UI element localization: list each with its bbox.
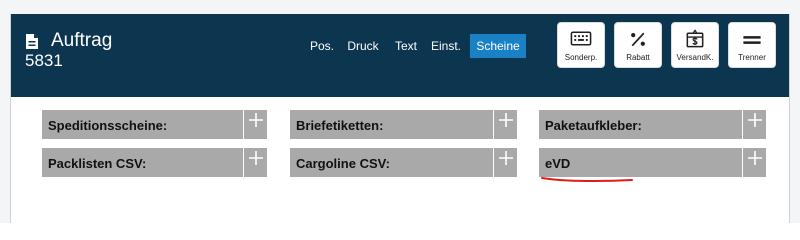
plus-icon[interactable] xyxy=(493,148,517,177)
tab-pos[interactable]: Pos. xyxy=(305,34,339,58)
plus-icon[interactable] xyxy=(243,148,267,177)
card-label: Speditionsscheine: xyxy=(48,118,168,133)
card-briefetiketten[interactable]: Briefetiketten: xyxy=(290,110,517,139)
card-packlisten-csv[interactable]: Packlisten CSV: xyxy=(42,148,267,177)
rabatt-label: Rabatt xyxy=(626,53,650,62)
shipping-box-icon xyxy=(686,29,704,48)
card-paketaufkleber[interactable]: Paketaufkleber: xyxy=(539,110,766,139)
sonderposition-label: Sonderp. xyxy=(564,53,598,62)
keyboard-icon xyxy=(570,31,592,46)
plus-icon[interactable] xyxy=(493,110,517,139)
card-speditionsscheine[interactable]: Speditionsscheine: xyxy=(42,110,267,139)
card-label: Cargoline CSV: xyxy=(296,156,390,171)
card-label: Paketaufkleber: xyxy=(545,118,642,133)
tab-einst[interactable]: Einst. xyxy=(428,34,464,58)
card-label: Briefetiketten: xyxy=(296,118,384,133)
tab-scheine[interactable]: Scheine xyxy=(470,34,526,58)
card-cargoline-csv[interactable]: Cargoline CSV: xyxy=(290,148,517,177)
separator-icon xyxy=(743,36,761,44)
rabatt-button[interactable]: Rabatt xyxy=(614,22,662,68)
trenner-button[interactable]: Trenner xyxy=(728,22,776,68)
plus-icon[interactable] xyxy=(742,110,766,139)
page-title: Auftrag xyxy=(51,30,113,51)
trenner-label: Trenner xyxy=(738,53,766,62)
red-underline-annotation xyxy=(541,177,633,183)
order-number: 5831 xyxy=(25,51,63,70)
versandkosten-label: VersandK. xyxy=(676,53,714,62)
card-evd[interactable]: eVD xyxy=(539,148,766,177)
sonderposition-button[interactable]: Sonderp. xyxy=(557,22,605,68)
card-label: eVD xyxy=(545,156,571,171)
percent-icon xyxy=(631,32,645,47)
plus-icon[interactable] xyxy=(742,148,766,177)
tab-text[interactable]: Text xyxy=(390,34,422,58)
versandkosten-button[interactable]: VersandK. xyxy=(671,22,719,68)
tab-druck[interactable]: Druck xyxy=(343,34,383,58)
card-label: Packlisten CSV: xyxy=(48,156,147,171)
document-icon xyxy=(26,34,38,49)
plus-icon[interactable] xyxy=(243,110,267,139)
